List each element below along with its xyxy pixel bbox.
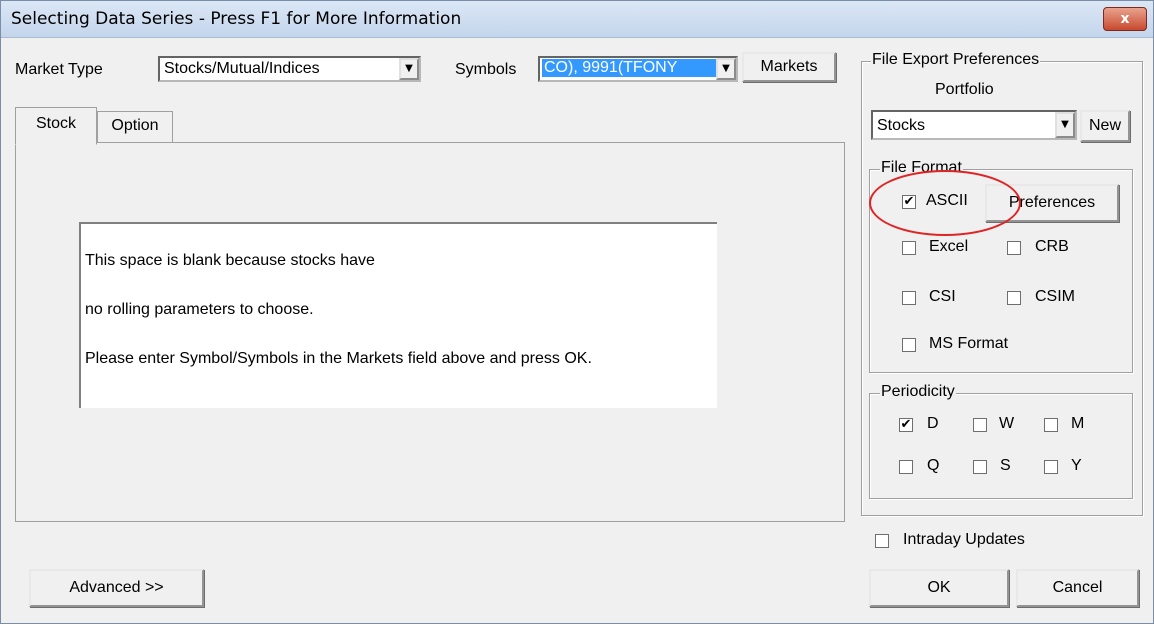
intraday-updates-label: Intraday Updates bbox=[903, 531, 1025, 548]
crb-label: CRB bbox=[1035, 238, 1069, 255]
csim-checkbox[interactable] bbox=[1007, 291, 1021, 305]
markets-button[interactable]: Markets bbox=[742, 52, 836, 82]
portfolio-value: Stocks bbox=[877, 117, 926, 134]
crb-checkbox[interactable] bbox=[1007, 241, 1021, 255]
chevron-down-icon[interactable]: ▼ bbox=[716, 58, 736, 80]
excel-checkbox[interactable] bbox=[902, 241, 916, 255]
chevron-down-icon[interactable]: ▼ bbox=[1055, 112, 1075, 138]
window-title: Selecting Data Series - Press F1 for Mor… bbox=[11, 9, 462, 29]
info-message-box: This space is blank because stocks have … bbox=[79, 222, 717, 408]
market-type-label: Market Type bbox=[15, 61, 103, 78]
symbols-select[interactable]: CO), 9991(TFONY ▼ bbox=[538, 56, 738, 82]
market-type-select[interactable]: Stocks/Mutual/Indices ▼ bbox=[158, 56, 421, 82]
message-line-2: no rolling parameters to choose. bbox=[85, 301, 314, 318]
periodicity-d-label: D bbox=[927, 415, 939, 432]
periodicity-group bbox=[869, 393, 1133, 499]
message-line-3: Please enter Symbol/Symbols in the Marke… bbox=[85, 350, 592, 367]
chevron-down-icon[interactable]: ▼ bbox=[399, 58, 419, 80]
intraday-updates-checkbox[interactable] bbox=[875, 534, 889, 548]
advanced-button[interactable]: Advanced >> bbox=[29, 569, 204, 607]
periodicity-q-label: Q bbox=[927, 457, 940, 474]
csi-checkbox[interactable] bbox=[902, 291, 916, 305]
file-export-group-label: File Export Preferences bbox=[871, 51, 1041, 69]
ms-format-label: MS Format bbox=[929, 335, 1009, 352]
symbols-value[interactable]: CO), 9991(TFONY bbox=[542, 59, 716, 77]
cancel-button[interactable]: Cancel bbox=[1016, 569, 1139, 607]
check-icon: ✔ bbox=[900, 417, 912, 432]
csim-label: CSIM bbox=[1035, 288, 1075, 305]
periodicity-group-label: Periodicity bbox=[880, 383, 956, 401]
periodicity-s-label: S bbox=[1000, 457, 1011, 474]
message-line-1: This space is blank because stocks have bbox=[85, 252, 375, 269]
close-button[interactable]: x bbox=[1103, 7, 1147, 31]
portfolio-label: Portfolio bbox=[935, 81, 994, 98]
periodicity-y-checkbox[interactable] bbox=[1044, 460, 1058, 474]
periodicity-m-label: M bbox=[1071, 415, 1085, 432]
market-type-value: Stocks/Mutual/Indices bbox=[164, 60, 320, 77]
periodicity-q-checkbox[interactable] bbox=[899, 460, 913, 474]
close-icon: x bbox=[1120, 11, 1130, 27]
tab-option[interactable]: Option bbox=[97, 111, 173, 142]
ok-button[interactable]: OK bbox=[869, 569, 1009, 607]
annotation-circle bbox=[869, 170, 1021, 236]
periodicity-w-checkbox[interactable] bbox=[973, 418, 987, 432]
title-bar[interactable]: Selecting Data Series - Press F1 for Mor… bbox=[1, 1, 1153, 38]
dialog-window: Selecting Data Series - Press F1 for Mor… bbox=[0, 0, 1154, 624]
csi-label: CSI bbox=[929, 288, 956, 305]
tab-stock[interactable]: Stock bbox=[15, 107, 97, 145]
tab-option-label: Option bbox=[111, 117, 159, 134]
ms-format-checkbox[interactable] bbox=[902, 338, 916, 352]
periodicity-s-checkbox[interactable] bbox=[973, 460, 987, 474]
periodicity-y-label: Y bbox=[1071, 457, 1082, 474]
periodicity-w-label: W bbox=[999, 415, 1015, 432]
symbols-label: Symbols bbox=[455, 61, 517, 78]
new-portfolio-button[interactable]: New bbox=[1080, 110, 1130, 142]
portfolio-select[interactable]: Stocks ▼ bbox=[871, 110, 1077, 140]
excel-label: Excel bbox=[929, 238, 969, 255]
periodicity-m-checkbox[interactable] bbox=[1044, 418, 1058, 432]
periodicity-d-checkbox[interactable]: ✔ bbox=[899, 418, 913, 432]
tab-stock-label: Stock bbox=[35, 115, 76, 132]
